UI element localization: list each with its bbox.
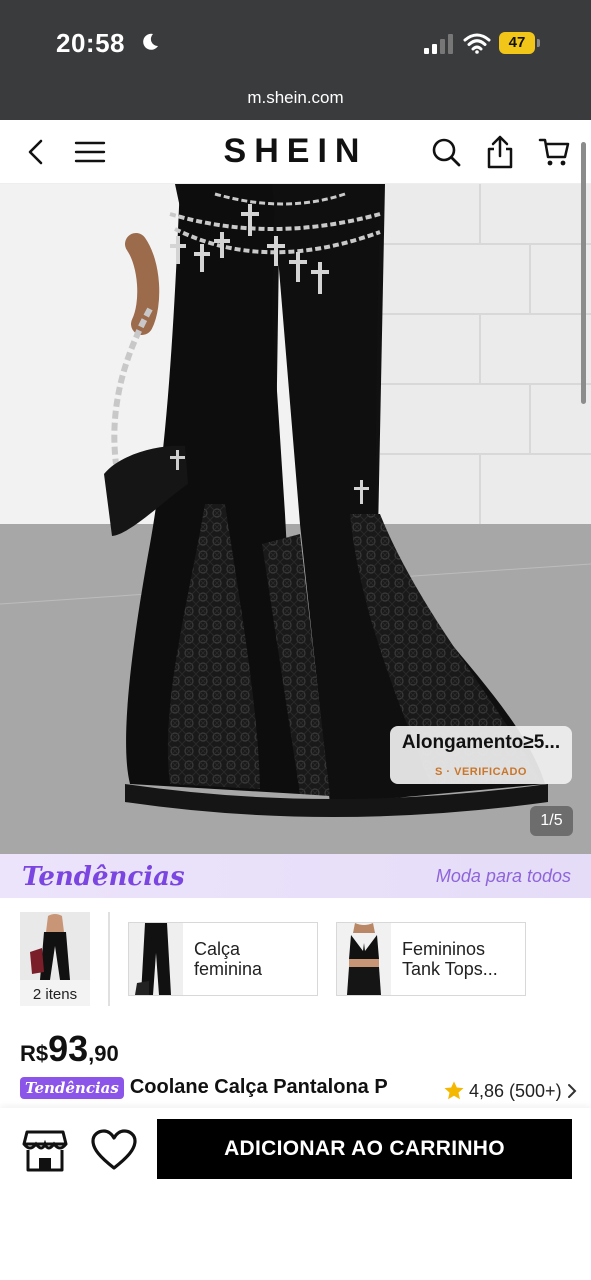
menu-icon[interactable] xyxy=(72,134,108,170)
rating-value: 4,86 (500+) xyxy=(469,1080,562,1101)
size-tag-badge[interactable]: Alongamento≥5... S · VERIFICADO xyxy=(390,726,572,784)
strip-divider xyxy=(108,912,110,1006)
trend-thumb-image xyxy=(20,912,90,980)
price-currency: R$ xyxy=(20,1041,49,1066)
wishlist-heart-icon[interactable] xyxy=(90,1128,138,1174)
wifi-icon xyxy=(463,33,491,54)
bottom-action-bar: ADICIONAR AO CARRINHO xyxy=(0,1108,591,1280)
chevron-right-icon xyxy=(567,1084,576,1098)
trend-card-calca[interactable]: Calça feminina xyxy=(128,922,318,996)
trends-banner[interactable]: Tendências Moda para todos xyxy=(0,854,591,898)
signal-icon xyxy=(424,34,453,54)
product-title: Coolane Calça Pantalona P xyxy=(129,1076,388,1098)
trend-card-label: Calça feminina xyxy=(194,939,263,979)
top-nav: SHEIN xyxy=(0,120,591,184)
product-price: R$93,90 xyxy=(20,1028,119,1070)
product-info: R$93,90 Tendências Coolane Calça Pantalon… xyxy=(0,1020,591,1108)
battery-icon: 47 xyxy=(499,32,541,54)
product-image[interactable]: Alongamento≥5... S · VERIFICADO 1/5 xyxy=(0,184,591,854)
url-bar[interactable]: m.shein.com xyxy=(0,88,591,120)
trend-thumb-current[interactable]: 2 itens xyxy=(20,912,90,1006)
product-title-row[interactable]: Tendências Coolane Calça Pantalona P 4,86… xyxy=(20,1076,580,1108)
battery-level: 47 xyxy=(499,32,535,54)
tag-title: Alongamento≥5... xyxy=(401,732,561,753)
star-icon xyxy=(444,1081,464,1100)
search-icon[interactable] xyxy=(428,134,464,170)
tag-subtitle: S · VERIFICADO xyxy=(435,766,527,778)
page-scrollbar[interactable] xyxy=(581,142,586,404)
trends-slogan: Moda para todos xyxy=(435,866,571,886)
status-bar: 20:58 47 xyxy=(0,0,591,88)
product-rating[interactable]: 4,86 (500+) xyxy=(443,1076,578,1106)
trends-badge: Tendências xyxy=(20,1076,124,1099)
trends-logo: Tendências xyxy=(22,862,185,892)
trend-card-label: Femininos Tank Tops... xyxy=(402,939,498,979)
price-decimal: ,90 xyxy=(88,1041,119,1066)
trend-card-tank-tops[interactable]: Femininos Tank Tops... xyxy=(336,922,526,996)
add-to-cart-button[interactable]: ADICIONAR AO CARRINHO xyxy=(157,1119,572,1179)
back-icon[interactable] xyxy=(18,134,54,170)
cart-icon[interactable] xyxy=(536,134,572,170)
status-time: 20:58 xyxy=(56,28,125,58)
product-page: 20:58 47 m.shein.com SHEIN Alongamento≥5… xyxy=(0,0,591,1280)
store-icon[interactable] xyxy=(22,1128,68,1174)
image-counter: 1/5 xyxy=(530,806,573,836)
trend-thumb-label: 2 itens xyxy=(32,986,78,1003)
trend-card-image xyxy=(337,923,391,995)
share-icon[interactable] xyxy=(482,134,518,170)
price-integer: 93 xyxy=(48,1028,89,1069)
trends-strip: 2 itens Calça feminina Femininos Tank To… xyxy=(0,898,591,1020)
trend-card-image xyxy=(129,923,183,995)
moon-icon xyxy=(143,33,158,50)
